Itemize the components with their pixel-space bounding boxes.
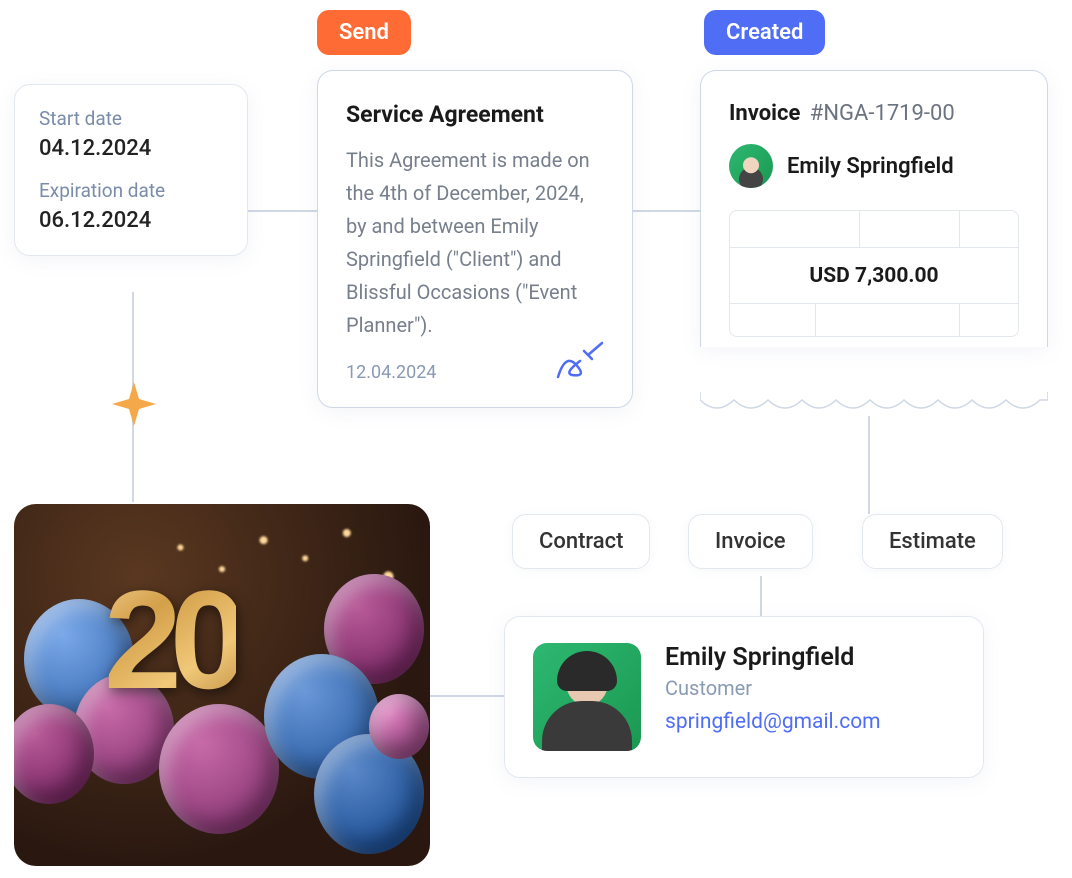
invoice-amount: USD 7,300.00	[730, 248, 1018, 304]
signature-icon	[552, 341, 608, 389]
avatar	[729, 144, 773, 188]
invoice-title: Invoice #NGA-1719-00	[729, 101, 1019, 126]
invoice-receipt-edge	[700, 392, 1048, 416]
connector-line	[868, 416, 870, 514]
invoice-person: Emily Springfield	[729, 144, 1019, 188]
customer-email[interactable]: springfield@gmail.com	[665, 710, 881, 734]
agreement-body: This Agreement is made on the 4th of Dec…	[346, 144, 604, 342]
customer-name: Emily Springfield	[665, 643, 881, 672]
send-badge: Send	[317, 10, 411, 55]
customer-role: Customer	[665, 676, 881, 700]
start-date-label: Start date	[39, 107, 223, 130]
created-badge: Created	[704, 10, 825, 55]
connector-line	[430, 695, 504, 697]
balloon-number: 20	[104, 559, 236, 721]
connector-line	[760, 576, 762, 616]
invoice-number: #NGA-1719-00	[810, 101, 955, 126]
connector-line	[248, 210, 317, 212]
tab-estimate[interactable]: Estimate	[862, 514, 1003, 569]
customer-card[interactable]: Emily Springfield Customer springfield@g…	[504, 616, 984, 778]
tab-invoice[interactable]: Invoice	[688, 514, 813, 569]
start-date-value: 04.12.2024	[39, 136, 223, 161]
invoice-table: USD 7,300.00	[729, 210, 1019, 337]
event-photo: 20	[14, 504, 430, 866]
customer-avatar	[533, 643, 641, 751]
dates-card: Start date 04.12.2024 Expiration date 06…	[14, 84, 248, 256]
connector-line	[633, 210, 700, 212]
tab-contract[interactable]: Contract	[512, 514, 650, 569]
invoice-card[interactable]: Invoice #NGA-1719-00 Emily Springfield U…	[700, 70, 1048, 347]
invoice-label: Invoice	[729, 101, 800, 126]
agreement-title: Service Agreement	[346, 101, 604, 128]
service-agreement-card[interactable]: Service Agreement This Agreement is made…	[317, 70, 633, 408]
invoice-person-name: Emily Springfield	[787, 154, 954, 179]
expiration-date-label: Expiration date	[39, 179, 223, 202]
sparkle-icon	[110, 380, 158, 428]
expiration-date-value: 06.12.2024	[39, 208, 223, 233]
